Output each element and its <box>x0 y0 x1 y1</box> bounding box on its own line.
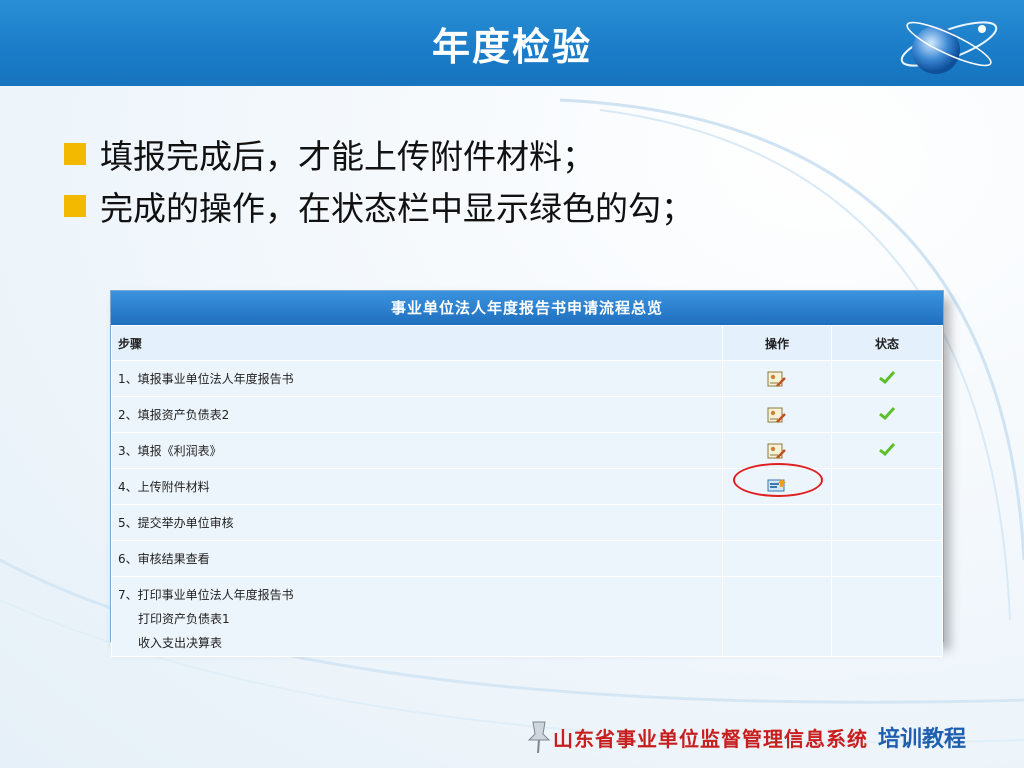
step-label: 5、提交举办单位审核 <box>111 504 723 541</box>
edit-form-icon[interactable] <box>767 442 787 460</box>
print-step-line: 收入支出决算表 <box>138 636 223 650</box>
status-cell <box>831 360 943 397</box>
check-icon <box>879 442 896 457</box>
action-cell <box>722 576 832 657</box>
print-step-line: 7、打印事业单位法人年度报告书 <box>118 588 294 602</box>
action-cell <box>722 540 832 577</box>
column-header-action: 操作 <box>722 325 832 361</box>
status-cell <box>831 396 943 433</box>
step-label: 4、上传附件材料 <box>111 468 723 505</box>
steps-table: 步骤 操作 状态 1、填报事业单位法人年度报告书 2、填报资产负债表2 3、填报… <box>111 325 943 657</box>
panel-title: 事业单位法人年度报告书申请流程总览 <box>111 291 943 325</box>
status-cell <box>831 504 943 541</box>
table-row: 5、提交举办单位审核 <box>111 504 943 541</box>
column-header-status: 状态 <box>831 325 943 361</box>
table-row: 2、填报资产负债表2 <box>111 396 943 433</box>
action-cell <box>722 360 832 397</box>
highlight-oval <box>733 463 823 497</box>
status-cell <box>831 540 943 577</box>
action-cell <box>722 396 832 433</box>
print-step-cell: 7、打印事业单位法人年度报告书 打印资产负债表1 收入支出决算表 <box>111 576 723 657</box>
status-cell <box>831 576 943 657</box>
status-cell <box>831 432 943 469</box>
table-row: 6、审核结果查看 <box>111 540 943 577</box>
bullet-square <box>64 143 86 165</box>
table-row: 1、填报事业单位法人年度报告书 <box>111 360 943 397</box>
step-label: 2、填报资产负债表2 <box>111 396 723 433</box>
bullet-text: 填报完成后，才能上传附件材料； <box>100 137 595 176</box>
step-label: 3、填报《利润表》 <box>111 432 723 469</box>
check-icon <box>879 406 896 421</box>
step-label: 6、审核结果查看 <box>111 540 723 577</box>
footer-tag: 培训教程 <box>877 727 966 752</box>
bullet-item: 填报完成后，才能上传附件材料； <box>64 128 694 180</box>
print-step-line: 打印资产负债表1 <box>138 612 230 626</box>
globe-icon <box>900 21 998 74</box>
table-header-row: 步骤 操作 状态 <box>111 325 943 361</box>
bullet-square <box>64 195 86 217</box>
table-row: 3、填报《利润表》 <box>111 432 943 469</box>
column-header-step: 步骤 <box>111 325 723 361</box>
status-cell <box>831 468 943 505</box>
check-icon <box>879 370 896 385</box>
table-row: 7、打印事业单位法人年度报告书 打印资产负债表1 收入支出决算表 <box>111 576 943 657</box>
footer-system-name: 山东省事业单位监督管理信息系统 <box>552 726 868 751</box>
step-label: 1、填报事业单位法人年度报告书 <box>111 360 723 397</box>
pushpin-icon <box>527 721 551 754</box>
page-title: 年度检验 <box>431 25 592 69</box>
bullet-list: 填报完成后，才能上传附件材料； 完成的操作，在状态栏中显示绿色的勾； <box>64 128 694 232</box>
bullet-text: 完成的操作，在状态栏中显示绿色的勾； <box>100 189 694 228</box>
action-cell <box>722 504 832 541</box>
edit-form-icon[interactable] <box>767 406 787 424</box>
bullet-item: 完成的操作，在状态栏中显示绿色的勾； <box>64 180 694 232</box>
edit-form-icon[interactable] <box>767 370 787 388</box>
header-bar: 年度检验 <box>0 0 1024 86</box>
process-overview-panel: 事业单位法人年度报告书申请流程总览 步骤 操作 状态 1、填报事业单位法人年度报… <box>110 290 944 657</box>
footer-brand: 山东省事业单位监督管理信息系统 培训教程 <box>525 720 966 754</box>
